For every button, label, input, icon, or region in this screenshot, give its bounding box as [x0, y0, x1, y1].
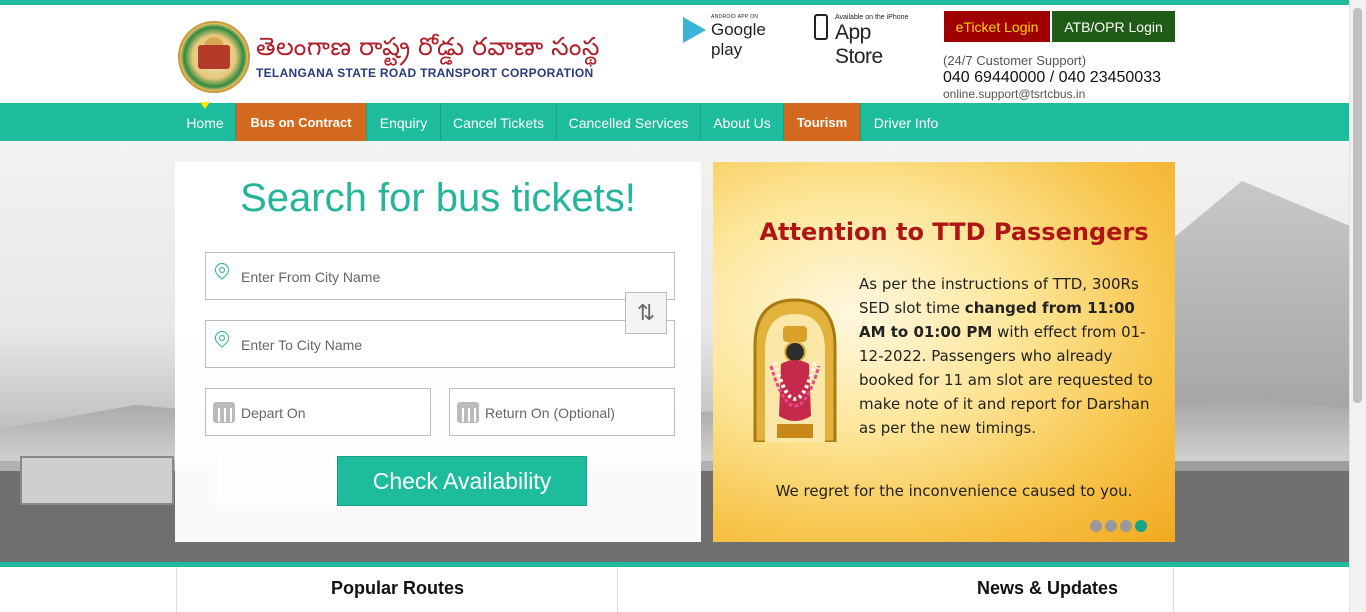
tsrtc-logo[interactable]	[178, 21, 250, 93]
notice-regret: We regret for the inconvenience caused t…	[775, 482, 1133, 500]
page-scrollbar[interactable]	[1349, 0, 1366, 612]
to-city-input[interactable]	[239, 333, 671, 357]
news-updates-heading: News & Updates	[977, 578, 1119, 598]
notice-title: Attention to TTD Passengers	[759, 218, 1149, 246]
app-store-caption: Available on the iPhone	[835, 14, 909, 21]
notice-body: As per the instructions of TTD, 300Rs SE…	[859, 272, 1155, 440]
check-availability-button[interactable]: Check Availability	[337, 456, 587, 506]
nav-bus-on-contract[interactable]: Bus on Contract	[236, 103, 367, 141]
from-city-field[interactable]	[205, 252, 675, 300]
from-city-input[interactable]	[239, 265, 671, 289]
return-date-field[interactable]	[449, 388, 675, 436]
eticket-login-button[interactable]: eTicket Login	[944, 11, 1050, 42]
nav-about-us[interactable]: About Us	[701, 103, 784, 141]
depart-date-field[interactable]	[205, 388, 431, 436]
search-panel: Search for bus tickets! ⇅ Check Availabi…	[175, 162, 701, 542]
location-pin-icon	[212, 328, 232, 348]
nav-cancelled-services[interactable]: Cancelled Services	[557, 103, 701, 141]
return-date-input[interactable]	[483, 401, 671, 425]
scrollbar-thumb[interactable]	[1353, 8, 1362, 403]
carousel-dot[interactable]	[1090, 520, 1102, 532]
app-store-badge[interactable]: Available on the iPhone App Store	[812, 12, 920, 68]
app-store-label: App Store	[835, 21, 883, 68]
swap-cities-button[interactable]: ⇅	[625, 292, 667, 334]
atb-opr-login-button[interactable]: ATB/OPR Login	[1052, 11, 1175, 42]
notice-carousel: Attention to TTD Passengers As per the i…	[713, 162, 1175, 542]
background-bus	[20, 456, 174, 505]
popular-routes-heading: Popular Routes	[331, 578, 465, 598]
deity-image	[753, 298, 837, 442]
nav-cancel-tickets[interactable]: Cancel Tickets	[441, 103, 557, 141]
carousel-indicators	[1090, 519, 1150, 537]
site-header: తెలంగాణ రాష్ట్ర రోడ్డు రవాణా సంస్థ TELAN…	[0, 5, 1350, 103]
home-active-caret-icon	[200, 102, 210, 109]
org-name-english: TELANGANA STATE ROAD TRANSPORT CORPORATI…	[256, 66, 594, 80]
to-city-field[interactable]	[205, 320, 675, 368]
support-phones: 040 69440000 / 040 23450033	[943, 69, 1161, 86]
support-label: (24/7 Customer Support)	[943, 53, 1087, 68]
iphone-icon	[814, 14, 828, 40]
nav-tourism[interactable]: Tourism	[784, 103, 861, 141]
google-play-label: Google play	[711, 20, 766, 59]
carousel-dot[interactable]	[1120, 520, 1132, 532]
calendar-icon	[213, 402, 235, 423]
org-name-telugu: తెలంగాణ రాష్ట్ర రోడ్డు రవాణా సంస్థ	[256, 33, 600, 61]
nav-enquiry[interactable]: Enquiry	[367, 103, 441, 141]
google-play-icon	[683, 17, 706, 43]
calendar-icon	[457, 402, 479, 423]
popular-routes-panel: Popular Routes	[176, 567, 618, 612]
news-updates-panel: News & Updates	[617, 567, 1174, 612]
nav-driver-info[interactable]: Driver Info	[861, 103, 951, 141]
carousel-dot[interactable]	[1105, 520, 1117, 532]
logo-emblem	[198, 45, 230, 69]
carousel-dot-active[interactable]	[1135, 520, 1147, 532]
support-email[interactable]: online.support@tsrtcbus.in	[943, 87, 1085, 101]
location-pin-icon	[212, 260, 232, 280]
google-play-badge[interactable]: ANDROID APP ON Google play	[683, 12, 795, 59]
depart-date-input[interactable]	[239, 401, 427, 425]
search-title: Search for bus tickets!	[240, 176, 636, 220]
